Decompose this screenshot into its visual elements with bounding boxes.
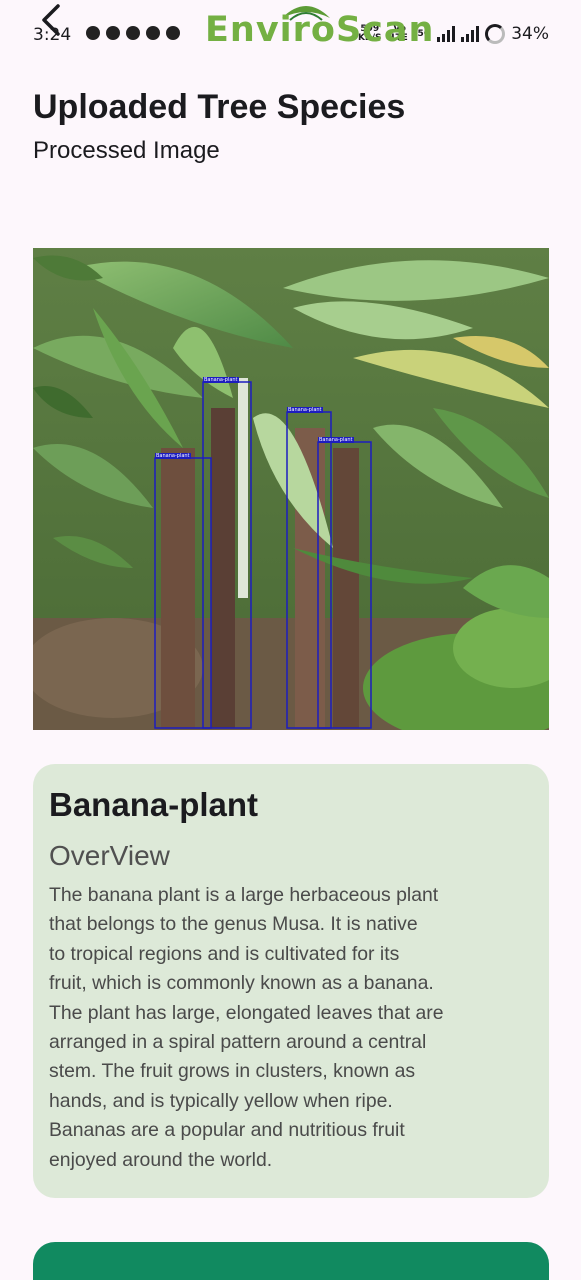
overview-line: stem. The fruit grows in clusters, known…	[49, 1060, 416, 1083]
back-arrow-icon[interactable]	[36, 2, 66, 38]
snapchat-icon	[86, 26, 100, 40]
calendar-icon	[166, 26, 180, 40]
overview-line: enjoyed around the world.	[49, 1148, 273, 1171]
overview-line: The plant has large, elongated leaves th…	[49, 1001, 444, 1024]
overview-line: The banana plant is a large herbaceous p…	[49, 884, 439, 906]
detection-label: Banana-plant	[318, 437, 354, 443]
processed-tree-image: Banana-plant Banana-plant Banana-plant B…	[33, 248, 549, 730]
signal-2-icon	[461, 26, 480, 42]
signal-1-icon	[437, 26, 456, 42]
species-name: Banana-plant	[49, 786, 259, 823]
detection-label: Banana-plant	[203, 377, 239, 383]
battery-percent: 34%	[511, 24, 549, 44]
battery-icon	[485, 24, 506, 44]
overview-line: fruit, which is commonly known as a bana…	[49, 972, 434, 995]
notification-icons	[86, 26, 180, 40]
bottom-action-button[interactable]	[33, 1242, 549, 1280]
location-icon	[146, 26, 160, 40]
overview-heading: OverView	[49, 840, 170, 871]
banana-plants-photo	[33, 248, 549, 730]
detection-label: Banana-plant	[287, 407, 323, 413]
overview-line: arranged in a spiral pattern around a ce…	[49, 1031, 427, 1054]
species-info-card: Banana-plant OverView The banana plant i…	[33, 764, 549, 1198]
page-subtitle: Processed Image	[33, 137, 220, 164]
page-title: Uploaded Tree Species	[33, 88, 406, 126]
overview-text: The banana plant is a large herbaceous p…	[49, 881, 533, 1175]
whatsapp-icon	[126, 26, 140, 40]
overview-line: to tropical regions and is cultivated fo…	[49, 942, 400, 965]
detection-label: Banana-plant	[155, 453, 191, 459]
overview-line: Bananas are a popular and nutritious fru…	[49, 1119, 405, 1142]
overview-line: that belongs to the genus Musa. It is na…	[49, 913, 418, 936]
app-brand-logo: EnviroScan	[205, 10, 435, 50]
chat-icon	[106, 26, 120, 40]
overview-line: hands, and is typically yellow when ripe…	[49, 1089, 393, 1112]
